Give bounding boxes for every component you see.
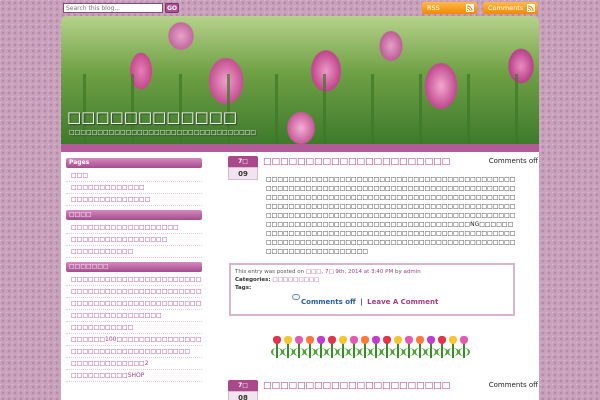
tulip-icon: [458, 334, 470, 358]
tags-label: Tags:: [235, 285, 252, 291]
post: 7□ 09 □□□□□□□□□□□□□□□□□□□□□□ Comments of…: [226, 156, 538, 366]
site-tagline: □□□□□□□□□□□□□□□□□□□□□□□□□□□□□□□□□: [69, 129, 257, 136]
post-title-link[interactable]: □□□□□□□□□□□□□□□□□□□□□□: [263, 381, 450, 391]
post-meta-tags: Tags:: [235, 284, 509, 292]
sidebar-widget-categories: □□□□ □□□□□□□□□□□□□□□□□□□ □□□□□□□□□□□□□□□…: [66, 210, 202, 262]
date-badge: 7□ 09: [228, 156, 258, 182]
sidebar-item[interactable]: □□□□□□□□□□□□□□□□□□□□□: [66, 346, 202, 358]
sidebar-item[interactable]: □□□□□□□□□□□□□□□□□: [66, 234, 202, 246]
comments-feed-button[interactable]: Comments: [483, 2, 538, 14]
comments-off-link[interactable]: Comments off: [301, 298, 356, 306]
content-area: Pages □□□ □□□□□□□□□□□□□ □□□□□□□□□□□□□□ □…: [61, 144, 539, 400]
date-day: 09: [228, 167, 258, 180]
post: 7□ 08 □□□□□□□□□□□□□□□□□□□□□□ Comments of…: [226, 380, 538, 400]
sidebar-item[interactable]: □□□□□□□□□□□□□: [66, 182, 202, 194]
comments-feed-label: Comments: [488, 4, 524, 12]
date-month: 7□: [228, 380, 258, 391]
by-prefix: by: [394, 269, 402, 275]
comment-bubble-icon: [292, 294, 300, 300]
sidebar-widget-links: □□□□□□□ □□□□□□□□□□□□□□□□□□□□□□□ □□□□□ □□□…: [66, 262, 202, 386]
top-bar: GO RSS Comments: [0, 0, 600, 16]
header-banner: □□□□□□□□□□□□ □□□□□□□□□□□□□□□□□□□□□□□□□□□…: [61, 16, 539, 144]
rss-icon: [466, 4, 474, 12]
sidebar-item[interactable]: □□□□□□□□□□□: [66, 322, 202, 334]
sidebar-item[interactable]: □□□: [66, 170, 202, 182]
widget-title: Pages: [66, 158, 202, 168]
categories-label: Categories:: [235, 277, 271, 283]
post-meta-box: This entry was posted on □□□, 7□ 9th, 20…: [229, 263, 515, 316]
search-go-button[interactable]: GO: [165, 3, 179, 13]
sidebar-item[interactable]: □□□□□□100□□□□□□□□□□□□□□□: [66, 334, 202, 346]
widget-title: □□□□: [66, 210, 202, 220]
author-link[interactable]: admin: [403, 269, 420, 275]
actions-separator: |: [360, 298, 363, 306]
sidebar: Pages □□□ □□□□□□□□□□□□□ □□□□□□□□□□□□□□ □…: [66, 158, 202, 386]
search-input[interactable]: [63, 3, 163, 13]
post-meta-posted: This entry was posted on □□□, 7□ 9th, 20…: [235, 268, 509, 276]
comments-status: Comments off: [488, 381, 538, 389]
date-day: 08: [228, 391, 258, 400]
sidebar-item[interactable]: □□□□□□□□□□□□□□□□: [66, 310, 202, 322]
sidebar-item[interactable]: □□□□□□□□□□□: [66, 246, 202, 258]
date-month: 7□: [228, 156, 258, 167]
sidebar-item[interactable]: □□□□□□□□□□□□□□□□□□□□□□□□□: [66, 298, 202, 310]
rss-feed-button[interactable]: RSS: [422, 2, 477, 14]
widget-title: □□□□□□□: [66, 262, 202, 272]
post-title-link[interactable]: □□□□□□□□□□□□□□□□□□□□□□: [263, 157, 450, 167]
leave-comment-link[interactable]: Leave A Comment: [367, 298, 438, 306]
sidebar-item[interactable]: □□□□□□□□□□SHOP: [66, 370, 202, 382]
post-meta-categories: Categories: □□□□□□□□□: [235, 276, 509, 284]
sidebar-item[interactable]: □□□□□□□□□□□□□□□□□□□□□□□□□□□□: [66, 274, 202, 286]
tulip-divider-decoration: [271, 334, 471, 358]
sidebar-item[interactable]: □□□□□□□□□□□□□□□□□□□□□□□□□□□□□□□□: [66, 286, 202, 298]
sidebar-item[interactable]: □□□□□□□□□□□□□□□□□□□: [66, 222, 202, 234]
category-link[interactable]: □□□□□□□□□: [272, 277, 319, 283]
sidebar-item[interactable]: □□□□□□□□□□□□□2: [66, 358, 202, 370]
rss-icon: [527, 4, 535, 12]
sidebar-item[interactable]: □□□□□□□□□□□□□□: [66, 194, 202, 206]
comments-status: Comments off: [488, 157, 538, 165]
posted-prefix: This entry was posted on: [235, 269, 305, 275]
site-title[interactable]: □□□□□□□□□□□□: [67, 108, 237, 126]
post-actions: Comments off | Leave A Comment: [292, 294, 438, 306]
rss-feed-label: RSS: [427, 4, 440, 12]
posted-date-link[interactable]: □□□, 7□ 9th, 2014 at 3:40 PM: [306, 269, 393, 275]
post-body: □□□□□□□□□□□□□□□□□□□□□□□□□□□□□□□□□□□□□□□□…: [266, 176, 516, 255]
date-badge: 7□ 08: [228, 380, 258, 400]
sidebar-widget-pages: Pages □□□ □□□□□□□□□□□□□ □□□□□□□□□□□□□□: [66, 158, 202, 210]
